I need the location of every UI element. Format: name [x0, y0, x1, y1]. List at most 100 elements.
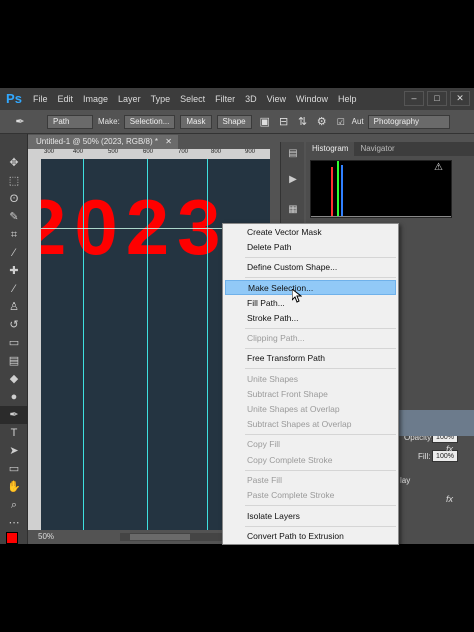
path-selection-tool-icon[interactable]: ➤ — [0, 442, 28, 460]
minimize-button[interactable]: – — [404, 91, 424, 106]
make-shape-button[interactable]: Shape — [216, 114, 252, 129]
gradient-tool-icon[interactable]: ▤ — [0, 352, 28, 370]
menu-edit[interactable]: Edit — [53, 88, 79, 110]
menu-item-delete-path[interactable]: Delete Path — [225, 240, 396, 255]
lasso-tool-icon[interactable]: ʘ — [0, 190, 28, 208]
brush-tool-icon[interactable]: ⁄ — [0, 280, 28, 298]
close-icon[interactable]: ✕ — [165, 135, 172, 149]
menu-select[interactable]: Select — [175, 88, 210, 110]
crop-tool-icon[interactable]: ⌗ — [0, 226, 28, 244]
properties-panel-icon[interactable]: ▦ — [285, 202, 301, 218]
menu-bar: Ps File Edit Image Layer Type Select Fil… — [0, 88, 474, 110]
menu-help[interactable]: Help — [333, 88, 362, 110]
path-arrangement-icon[interactable]: ⇅ — [295, 114, 311, 130]
guide-line[interactable] — [147, 159, 148, 530]
histogram-baseline — [311, 216, 451, 217]
make-selection-button[interactable]: Selection... — [123, 114, 176, 129]
menu-layer[interactable]: Layer — [113, 88, 146, 110]
rectangle-tool-icon[interactable]: ▭ — [0, 460, 28, 478]
quick-select-tool-icon[interactable]: ✎ — [0, 208, 28, 226]
layer-name-partial: lay — [400, 476, 411, 485]
pen-tool-icon[interactable]: ✒ — [0, 406, 28, 424]
selected-layer-row[interactable] — [398, 410, 474, 436]
fill-input[interactable]: 100% — [432, 450, 458, 462]
options-bar: ✒ Path Make: Selection... Mask Shape ▣ ⊟… — [0, 110, 474, 134]
make-label: Make: — [98, 117, 120, 126]
tool-mode-select[interactable]: Path — [47, 114, 93, 129]
menu-item-copy-complete-stroke: Copy Complete Stroke — [247, 455, 333, 465]
menu-window[interactable]: Window — [291, 88, 333, 110]
dodge-tool-icon[interactable]: ● — [0, 388, 28, 406]
clone-stamp-tool-icon[interactable]: ♙ — [0, 298, 28, 316]
menu-item-paste-complete-stroke: Paste Complete Stroke — [247, 490, 335, 500]
menu-separator — [245, 434, 396, 435]
menu-separator — [245, 328, 396, 329]
menu-view[interactable]: View — [262, 88, 291, 110]
menu-item-free-transform-path[interactable]: Free Transform Path — [225, 351, 396, 366]
maximize-button[interactable]: □ — [427, 91, 447, 106]
document-tab[interactable]: Untitled-1 @ 50% (2023, RGB/8) * ✕ — [28, 135, 178, 149]
histogram-graph — [310, 160, 452, 218]
history-panel-icon[interactable]: ▤ — [285, 146, 301, 162]
menu-image[interactable]: Image — [78, 88, 113, 110]
menu-separator — [245, 505, 396, 506]
menu-item-define-custom-shape[interactable]: Define Custom Shape... — [225, 260, 396, 275]
tools-panel: ✥ ⬚ ʘ ✎ ⌗ ⁄ ✚ ⁄ ♙ ↺ ▭ ▤ ◆ ● ✒ T ➤ ▭ ✋ ⌕ … — [0, 134, 28, 544]
path-operations-icon[interactable]: ▣ — [257, 114, 273, 130]
actions-play-icon[interactable]: ▶ — [285, 172, 301, 188]
more-tools-icon[interactable]: ⋯ — [0, 514, 28, 532]
horizontal-ruler: 300 400 500 600 700 800 900 — [28, 149, 270, 159]
menu-item-create-vector-mask[interactable]: Create Vector Mask — [225, 225, 396, 240]
history-brush-tool-icon[interactable]: ↺ — [0, 316, 28, 334]
menu-filter[interactable]: Filter — [210, 88, 240, 110]
zoom-level[interactable]: 50% — [38, 532, 54, 541]
menu-item-isolate-layers[interactable]: Isolate Layers — [225, 509, 396, 524]
ruler-tick: 600 — [143, 149, 154, 155]
blur-tool-icon[interactable]: ◆ — [0, 370, 28, 388]
histogram-blue-channel — [341, 165, 343, 217]
menu-type[interactable]: Type — [146, 88, 176, 110]
menu-item-stroke-path[interactable]: Stroke Path... — [225, 311, 396, 326]
menu-item-paste-fill: Paste Fill — [247, 475, 282, 485]
panel-tabs: Histogram Navigator — [306, 142, 474, 156]
hand-tool-icon[interactable]: ✋ — [0, 478, 28, 496]
ps-logo: Ps — [6, 91, 22, 106]
guide-line[interactable] — [207, 159, 208, 530]
vertical-ruler — [28, 159, 41, 539]
auto-add-label: Aut — [351, 117, 364, 126]
tab-navigator[interactable]: Navigator — [354, 142, 400, 156]
type-tool-icon[interactable]: T — [0, 424, 28, 442]
pen-tool-preset-icon[interactable]: ✒ — [8, 114, 32, 130]
menu-item-convert-path-to-extrusion[interactable]: Convert Path to Extrusion — [225, 529, 396, 544]
menu-item-make-selection[interactable]: Make Selection... — [225, 280, 396, 295]
path-alignment-icon[interactable]: ⊟ — [276, 114, 292, 130]
layer-fx-icon[interactable]: fx — [446, 444, 453, 454]
menu-file[interactable]: File — [28, 88, 53, 110]
move-tool-icon[interactable]: ✥ — [0, 154, 28, 172]
layer-fx-icon[interactable]: fx — [446, 494, 453, 504]
ruler-tick: 500 — [108, 149, 119, 155]
marquee-tool-icon[interactable]: ⬚ — [0, 172, 28, 190]
window-controls: – □ ✕ — [404, 91, 470, 106]
ruler-tick: 700 — [178, 149, 189, 155]
menu-3d[interactable]: 3D — [240, 88, 262, 110]
histogram-green-channel — [337, 161, 339, 217]
foreground-color-swatch[interactable] — [6, 532, 18, 544]
guide-line[interactable] — [83, 159, 84, 530]
document-tab-title: Untitled-1 @ 50% (2023, RGB/8) * — [36, 137, 158, 146]
zoom-tool-icon[interactable]: ⌕ — [0, 496, 28, 514]
close-button[interactable]: ✕ — [450, 91, 470, 106]
make-mask-button[interactable]: Mask — [180, 114, 212, 129]
menu-item-fill-path[interactable]: Fill Path... — [225, 296, 396, 311]
eyedropper-tool-icon[interactable]: ⁄ — [0, 244, 28, 262]
workspace-select[interactable]: Photography — [367, 114, 450, 129]
scrollbar-thumb[interactable] — [130, 534, 190, 540]
eraser-tool-icon[interactable]: ▭ — [0, 334, 28, 352]
auto-add-checkbox[interactable]: ☑ — [333, 114, 349, 130]
menu-separator — [245, 257, 396, 258]
tab-histogram[interactable]: Histogram — [306, 142, 355, 156]
gear-icon[interactable]: ⚙ — [314, 114, 330, 130]
warning-icon[interactable]: ⚠ — [434, 162, 443, 173]
healing-brush-tool-icon[interactable]: ✚ — [0, 262, 28, 280]
menu-separator — [245, 348, 396, 349]
